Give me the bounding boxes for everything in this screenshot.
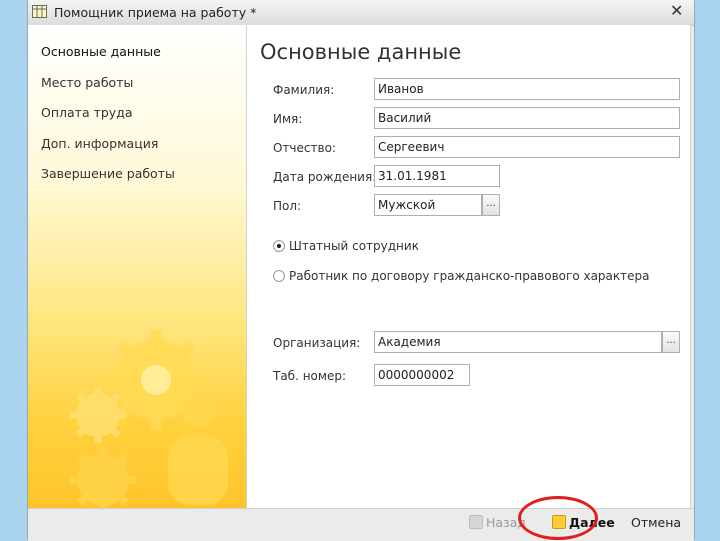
sidebar-item-extra-info[interactable]: Доп. информация <box>41 136 158 151</box>
close-icon[interactable]: ✕ <box>670 2 683 20</box>
radio-selected-icon[interactable] <box>273 240 285 252</box>
last-name-label: Фамилия: <box>273 83 335 97</box>
birth-date-field[interactable] <box>374 165 500 187</box>
next-button[interactable]: Далее <box>552 515 615 530</box>
app-table-icon <box>32 5 47 18</box>
arrow-left-icon <box>469 515 483 529</box>
organization-field[interactable] <box>374 331 662 353</box>
tab-number-field[interactable] <box>374 364 470 386</box>
radio-staff-employee[interactable]: Штатный сотрудник <box>273 239 419 253</box>
radio-unselected-icon[interactable] <box>273 270 285 282</box>
gender-label: Пол: <box>273 199 302 213</box>
tab-number-label: Таб. номер: <box>273 369 346 383</box>
sidebar-item-workplace[interactable]: Место работы <box>41 75 133 90</box>
footer-bar: Назад Далее Отмена <box>28 508 694 541</box>
first-name-label: Имя: <box>273 112 303 126</box>
back-button-label: Назад <box>486 515 527 530</box>
patronymic-field[interactable] <box>374 136 680 158</box>
sidebar-item-payment[interactable]: Оплата труда <box>41 105 133 120</box>
organization-select-button[interactable]: ... <box>662 331 680 353</box>
gender-select-button[interactable]: ... <box>482 194 500 216</box>
sidebar-item-finish[interactable]: Завершение работы <box>41 166 175 181</box>
last-name-field[interactable] <box>374 78 680 100</box>
gender-field[interactable] <box>374 194 482 216</box>
gears-decoration-icon <box>70 330 228 508</box>
organization-label: Организация: <box>273 336 361 350</box>
title-bar: Помощник приема на работу * ✕ <box>28 0 694 26</box>
wizard-window: Помощник приема на работу * ✕ Основные д… <box>27 0 695 541</box>
cancel-button[interactable]: Отмена <box>631 515 681 530</box>
window-title: Помощник приема на работу * <box>54 5 257 20</box>
radio-contract-worker[interactable]: Работник по договору гражданско-правовог… <box>273 269 650 283</box>
sidebar: Основные данные Место работы Оплата труд… <box>28 25 247 508</box>
sidebar-item-main-data[interactable]: Основные данные <box>41 44 161 59</box>
radio-staff-label: Штатный сотрудник <box>289 239 419 253</box>
back-button[interactable]: Назад <box>469 515 526 530</box>
radio-contract-label: Работник по договору гражданско-правовог… <box>289 269 650 283</box>
birth-date-label: Дата рождения: <box>273 170 377 184</box>
next-button-label: Далее <box>569 515 615 530</box>
arrow-right-icon <box>552 515 566 529</box>
patronymic-label: Отчество: <box>273 141 336 155</box>
content-panel: Основные данные Фамилия: Имя: Отчество: … <box>247 25 691 508</box>
page-title: Основные данные <box>260 40 462 64</box>
first-name-field[interactable] <box>374 107 680 129</box>
